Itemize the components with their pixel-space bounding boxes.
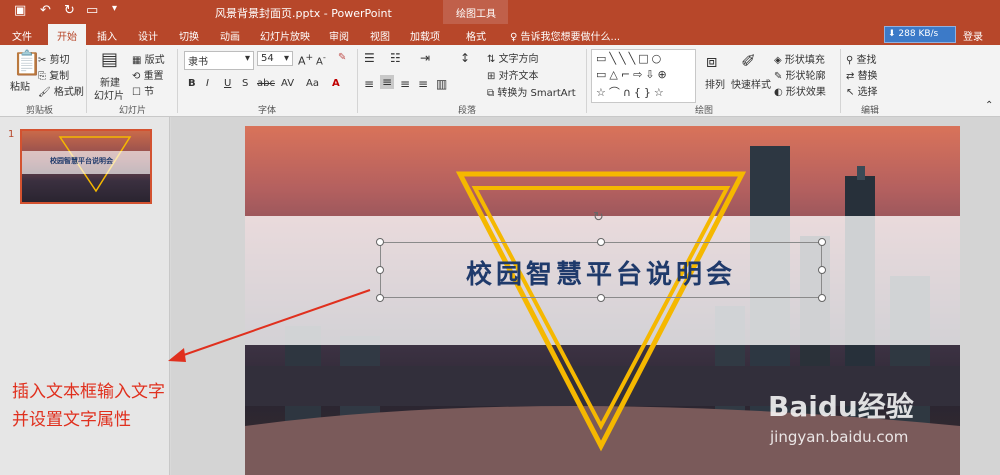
baidu-watermark: Baidu经验 (768, 390, 914, 423)
baidu-watermark-url: jingyan.baidu.com (770, 428, 909, 446)
annotation-line-1: 插入文本框输入文字 (12, 382, 165, 402)
annotation-text: 插入文本框输入文字 并设置文字属性 (12, 378, 165, 434)
annotation-line-2: 并设置文字属性 (12, 410, 131, 430)
